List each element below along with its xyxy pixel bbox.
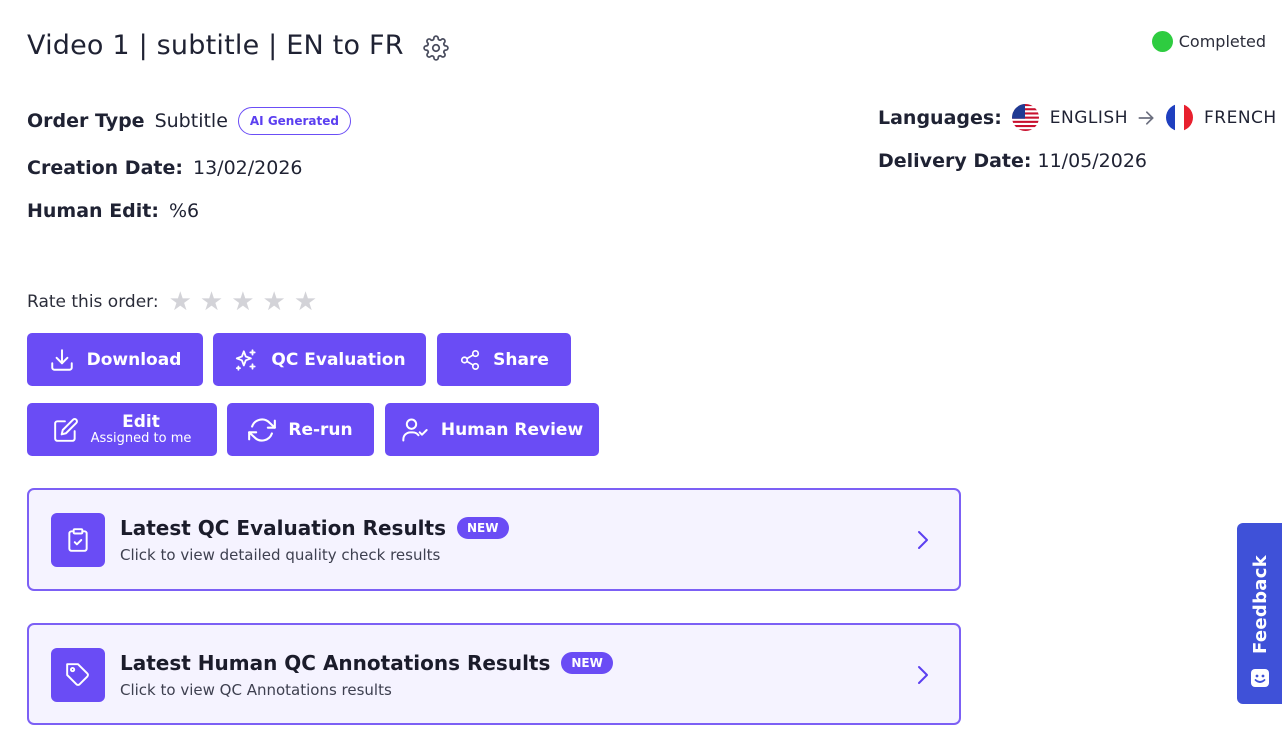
download-label: Download	[86, 349, 182, 370]
tag-icon	[51, 648, 105, 702]
creation-date-label: Creation Date:	[27, 157, 183, 179]
order-type-row: Order Type Subtitle AI Generated	[27, 107, 351, 135]
rerun-button[interactable]: Re-run	[227, 403, 374, 456]
arrow-right-icon	[1136, 108, 1156, 128]
human-edit-value: %6	[168, 200, 200, 222]
human-qc-results-subtitle: Click to view QC Annotations results	[120, 681, 392, 699]
star-icon[interactable]: ★	[231, 289, 254, 315]
star-icon[interactable]: ★	[200, 289, 223, 315]
rating-row: Rate this order: ★ ★ ★ ★ ★	[27, 289, 325, 315]
human-qc-results-title-row: Latest Human QC Annotations Results NEW	[120, 651, 613, 675]
new-badge: NEW	[457, 517, 509, 539]
human-qc-results-card[interactable]: Latest Human QC Annotations Results NEW …	[27, 623, 961, 725]
new-badge: NEW	[561, 652, 613, 674]
clipboard-check-icon	[51, 513, 105, 567]
qc-evaluation-button[interactable]: QC Evaluation	[213, 333, 426, 386]
human-edit-row: Human Edit: %6	[27, 200, 199, 222]
edit-label: Edit	[122, 411, 160, 432]
qc-results-title: Latest QC Evaluation Results	[120, 516, 447, 540]
download-icon	[49, 347, 75, 373]
sparkles-icon	[233, 347, 259, 373]
rating-label: Rate this order:	[27, 292, 159, 312]
status-dot-icon	[1151, 31, 1173, 52]
feedback-label: Feedback	[1249, 555, 1271, 654]
delivery-date-value: 11/05/2026	[1037, 150, 1147, 172]
page-title: Video 1 | subtitle | EN to FR	[27, 29, 404, 61]
chevron-right-icon	[915, 663, 931, 691]
smile-icon	[1250, 668, 1270, 692]
share-button[interactable]: Share	[437, 333, 571, 386]
human-edit-label: Human Edit:	[27, 200, 159, 222]
title-row: Video 1 | subtitle | EN to FR	[27, 28, 450, 62]
rating-stars: ★ ★ ★ ★ ★	[169, 289, 326, 315]
gear-icon[interactable]	[422, 34, 450, 62]
human-review-label: Human Review	[440, 419, 584, 440]
edit-icon	[53, 417, 79, 443]
human-review-button[interactable]: Human Review	[385, 403, 599, 456]
source-language: ENGLISH	[1049, 107, 1128, 128]
rerun-label: Re-run	[288, 419, 353, 440]
feedback-tab[interactable]: Feedback	[1237, 523, 1282, 704]
languages-label: Languages:	[878, 106, 1002, 129]
creation-date-row: Creation Date: 13/02/2026	[27, 157, 303, 179]
star-icon[interactable]: ★	[294, 289, 317, 315]
languages-row: Languages: ENGLISH FRENCH	[878, 104, 1277, 131]
fr-flag-icon	[1166, 104, 1193, 131]
human-qc-results-title: Latest Human QC Annotations Results	[120, 651, 551, 675]
chevron-right-icon	[915, 528, 931, 556]
share-label: Share	[493, 349, 549, 370]
edit-sublabel: Assigned to me	[90, 431, 192, 447]
edit-button[interactable]: Edit Assigned to me	[27, 403, 217, 456]
order-type-value: Subtitle	[154, 110, 228, 132]
edit-text: Edit Assigned to me	[90, 411, 192, 447]
star-icon[interactable]: ★	[263, 289, 286, 315]
qc-results-title-row: Latest QC Evaluation Results NEW	[120, 516, 509, 540]
user-check-icon	[401, 416, 429, 444]
qc-results-card[interactable]: Latest QC Evaluation Results NEW Click t…	[27, 488, 961, 591]
delivery-date-row: Delivery Date: 11/05/2026	[878, 150, 1147, 172]
status-indicator: Completed	[1151, 31, 1266, 52]
qc-evaluation-label: QC Evaluation	[271, 349, 406, 370]
download-button[interactable]: Download	[27, 333, 203, 386]
ai-generated-badge: AI Generated	[237, 107, 351, 135]
refresh-icon	[248, 416, 277, 444]
target-language: FRENCH	[1204, 107, 1277, 128]
creation-date-value: 13/02/2026	[192, 157, 303, 179]
us-flag-icon	[1011, 104, 1039, 131]
star-icon[interactable]: ★	[169, 289, 192, 315]
qc-results-subtitle: Click to view detailed quality check res…	[120, 546, 441, 564]
share-icon	[459, 349, 481, 371]
delivery-date-label: Delivery Date:	[878, 150, 1032, 172]
order-type-label: Order Type	[27, 110, 145, 132]
status-text: Completed	[1178, 32, 1266, 51]
